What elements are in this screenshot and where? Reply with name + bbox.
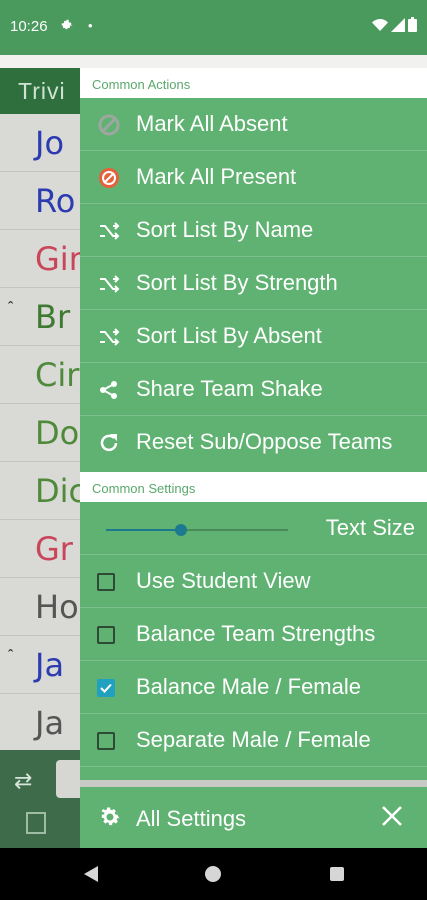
menu-label: Sort List By Strength	[136, 270, 338, 295]
use-student-view-item[interactable]: Use Student View	[80, 555, 427, 608]
balance-male-female-item[interactable]: Balance Male / Female	[80, 661, 427, 714]
menu-label: Sort List By Name	[136, 217, 314, 242]
background-roster-row: Gir	[0, 230, 80, 288]
list-icon	[26, 812, 46, 834]
reset-teams-item[interactable]: Reset Sub/Oppose Teams	[80, 416, 427, 469]
slider-thumb[interactable]	[175, 524, 187, 536]
sort-by-strength-item[interactable]: Sort List By Strength	[80, 257, 427, 310]
share-icon	[100, 381, 117, 399]
menu-label: Balance Team Strengths	[136, 621, 376, 646]
separate-male-female-item[interactable]: Separate Male / Female	[80, 714, 427, 767]
share-team-shake-item[interactable]: Share Team Shake	[80, 363, 427, 416]
navigation-drawer: Common Actions Mark All Absent Mark All …	[80, 68, 427, 848]
background-roster-row: Gr	[0, 520, 80, 578]
sort-by-absent-item[interactable]: Sort List By Absent	[80, 310, 427, 363]
expand-caret-icon: ˆ	[8, 300, 14, 317]
background-roster-row: Ro	[0, 172, 80, 230]
close-icon[interactable]	[379, 803, 405, 829]
sort-by-name-item[interactable]: Sort List By Name	[80, 204, 427, 257]
roster-name: Ja	[35, 704, 65, 742]
menu-label: Sort List By Absent	[136, 323, 322, 348]
wifi-icon	[372, 18, 388, 31]
divider	[80, 780, 427, 787]
roster-name: Jo	[35, 124, 65, 162]
background-roster-row: Ja	[0, 694, 80, 750]
roster-name: Ro	[35, 182, 76, 220]
notification-dot: •	[88, 18, 93, 33]
menu-label: Share Team Shake	[136, 376, 323, 401]
home-icon[interactable]	[205, 866, 221, 882]
signal-icon	[391, 17, 405, 32]
background-bottom-bar: ⇄	[0, 750, 80, 848]
mark-all-present-item[interactable]: Mark All Present	[80, 151, 427, 204]
menu-label: Reset Sub/Oppose Teams	[136, 429, 393, 454]
common-actions-header: Common Actions	[80, 68, 427, 98]
status-bar: 10:26 •	[0, 0, 427, 55]
balance-male-female-checkbox[interactable]	[97, 679, 115, 697]
all-settings-label: All Settings	[136, 806, 247, 831]
refresh-icon	[100, 434, 118, 452]
status-time: 10:26	[10, 18, 48, 35]
present-icon	[99, 168, 119, 188]
swap-arrows-icon: ⇄	[14, 768, 33, 793]
background-roster-row: ˆ Br	[0, 288, 80, 346]
system-nav-bar	[0, 848, 427, 900]
menu-label: Separate Male / Female	[136, 727, 371, 752]
menu-label: Mark All Present	[136, 164, 297, 189]
shuffle-icon	[100, 275, 120, 293]
menu-label: Use Student View	[136, 568, 311, 593]
balance-strengths-item[interactable]: Balance Team Strengths	[80, 608, 427, 661]
roster-name: Cir	[35, 356, 80, 394]
balance-strengths-checkbox[interactable]	[97, 626, 115, 644]
background-roster-list: Jo Ro Gir ˆ Br Cir Do Dic Gr Ho ˆ Ja Ja	[0, 114, 80, 750]
background-roster-row: ˆ Ja	[0, 636, 80, 694]
gear-icon	[101, 807, 120, 826]
expand-caret-icon: ˆ	[8, 648, 14, 665]
roster-name: Gr	[35, 530, 73, 568]
recent-apps-icon[interactable]	[330, 867, 344, 881]
all-settings-row[interactable]: All Settings	[80, 787, 427, 848]
shuffle-icon	[100, 328, 120, 346]
settings-status-icon	[61, 19, 73, 30]
roster-name: Dic	[35, 472, 80, 510]
shuffle-icon	[100, 222, 120, 240]
roster-name: Do	[35, 414, 80, 452]
roster-name: Ja	[35, 646, 65, 684]
roster-name: Br	[35, 298, 71, 336]
background-roster-row: Jo	[0, 114, 80, 172]
background-roster-row: Dic	[0, 462, 80, 520]
background-title: Trivi	[18, 78, 66, 104]
separate-male-female-checkbox[interactable]	[97, 732, 115, 750]
mark-all-absent-item[interactable]: Mark All Absent	[80, 98, 427, 151]
slider-track-inactive	[180, 529, 288, 531]
roster-name: Ho	[35, 588, 79, 626]
common-settings-header: Common Settings	[80, 472, 427, 502]
background-roster-row: Do	[0, 404, 80, 462]
background-tab	[56, 760, 80, 798]
battery-icon	[408, 17, 417, 32]
status-icons	[372, 17, 417, 32]
slider-track-active	[106, 529, 180, 531]
menu-label: Mark All Absent	[136, 111, 288, 136]
roster-name: Gir	[35, 240, 80, 278]
background-roster-row: Ho	[0, 578, 80, 636]
menu-label: Balance Male / Female	[136, 674, 361, 699]
use-student-view-checkbox[interactable]	[97, 573, 115, 591]
text-size-label: Text Size	[325, 515, 415, 540]
background-roster-row: Cir	[0, 346, 80, 404]
background-toolbar: Trivi	[0, 68, 80, 114]
text-size-slider[interactable]: Text Size	[80, 502, 427, 555]
back-icon[interactable]	[83, 865, 99, 883]
absent-icon	[98, 114, 120, 136]
